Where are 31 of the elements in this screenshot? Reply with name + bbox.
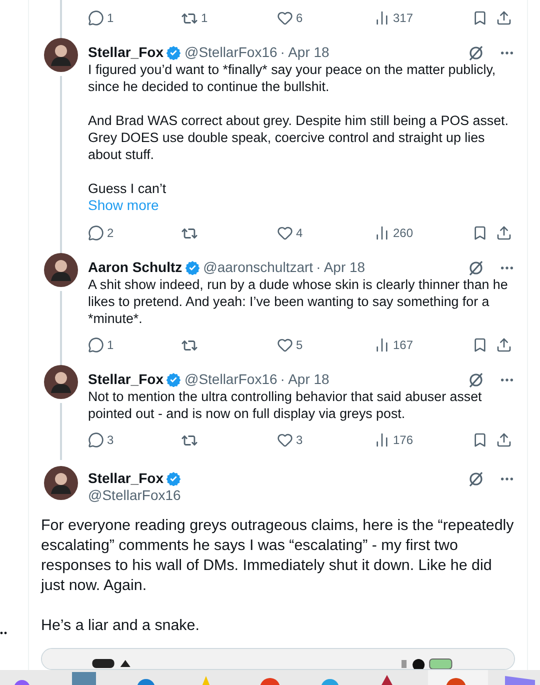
post-date[interactable]: · Apr 18 xyxy=(280,371,330,388)
post-text: He’s a liar and a snake. xyxy=(41,616,200,636)
author-name[interactable]: Stellar_Fox xyxy=(88,470,164,487)
post-text: Guess I can’t xyxy=(88,180,168,197)
views-button[interactable]: 317 xyxy=(374,10,464,26)
views-button[interactable]: 260 xyxy=(374,225,464,241)
post-date[interactable]: · Apr 18 xyxy=(280,44,330,61)
author-handle[interactable]: @StellarFox16 xyxy=(184,44,278,61)
repost-button[interactable]: 1 xyxy=(181,10,277,26)
like-button[interactable]: 6 xyxy=(277,10,374,26)
author-name[interactable]: Aaron Schultz xyxy=(88,259,182,276)
post-text: I figured you’d want to *finally* say your peace on the matter publicly, since he decided to continue the bullshit. xyxy=(88,61,497,95)
author-handle[interactable]: @StellarFox16 xyxy=(88,487,181,504)
author-name[interactable]: Stellar_Fox xyxy=(88,371,164,388)
reply-button[interactable]: 3 xyxy=(88,432,181,448)
reply-button[interactable]: 1 xyxy=(88,337,181,353)
author-handle[interactable]: @aaronschultzart xyxy=(203,259,314,276)
author-handle[interactable]: @StellarFox16 xyxy=(184,371,278,388)
author-name[interactable]: Stellar_Fox xyxy=(88,44,164,61)
reply-button[interactable]: 1 xyxy=(88,10,181,26)
like-button[interactable]: 3 xyxy=(277,432,374,448)
like-button[interactable]: 4 xyxy=(277,225,374,241)
like-button[interactable]: 5 xyxy=(277,337,374,353)
post-date[interactable]: · Apr 18 xyxy=(316,259,366,276)
views-button[interactable]: 176 xyxy=(374,432,464,448)
post-text: Not to mention the ultra controlling behavior that said abuser asset pointed out - and is now on full display via greys post. xyxy=(88,388,483,422)
post-text: For everyone reading greys outrageous claims, here is the “repeatedly escalating” comments he says I was “escalating” - my first two responses to his wall of DMs. Immediately shut it down. Like he did just now. Again. xyxy=(41,516,515,596)
reply-button[interactable]: 2 xyxy=(88,225,181,241)
views-button[interactable]: 167 xyxy=(374,337,464,353)
post-text: A shit show indeed, run by a dude whose skin is clearly thinner than he likes to pretend. And yeah: I’ve been wanting to say something for a *minute*. xyxy=(88,276,509,327)
post-text: And Brad WAS correct about grey. Despite him still being a POS asset. Grey DOES use double speak, coercive control and straight up lies about stuff. xyxy=(88,112,510,163)
